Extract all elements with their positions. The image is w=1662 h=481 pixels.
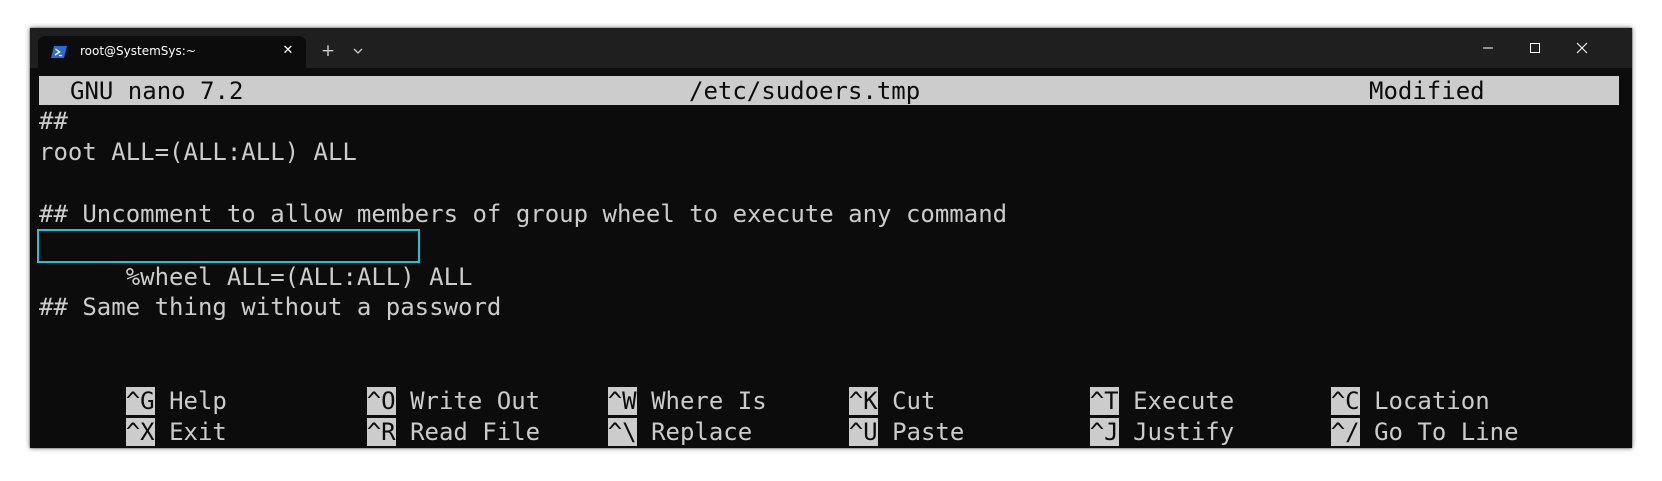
shortcut-execute[interactable]: ^T Execute <box>1003 353 1234 415</box>
shortcut-paste[interactable]: ^U Paste <box>762 384 964 446</box>
highlight-box <box>37 229 420 263</box>
shortcut-label: Replace <box>651 418 753 446</box>
shortcut-key: ^J <box>1089 418 1119 446</box>
shortcut-where-is[interactable]: ^W Where Is <box>521 353 767 415</box>
shortcut-key: ^X <box>125 418 155 446</box>
nano-modified-state: Modified <box>1369 77 1485 105</box>
shortcut-location[interactable]: ^C Location <box>1244 353 1490 415</box>
file-line-highlighted: %wheel ALL=(ALL:ALL) ALL <box>37 229 472 291</box>
terminal-area[interactable]: GNU nano 7.2 /etc/sudoers.tmp Modified #… <box>37 68 1632 448</box>
shortcut-key: ^U <box>848 418 878 446</box>
shortcut-label: Go To Line <box>1374 418 1519 446</box>
close-button[interactable] <box>1560 34 1604 62</box>
shortcut-label: Paste <box>892 418 965 446</box>
maximize-icon <box>1530 43 1540 53</box>
shortcut-justify[interactable]: ^J Justify <box>1003 384 1234 446</box>
shortcut-exit[interactable]: ^X Exit <box>39 384 227 446</box>
new-tab-button[interactable]: + <box>316 40 340 62</box>
nano-status-bar: GNU nano 7.2 /etc/sudoers.tmp Modified <box>39 76 1619 105</box>
close-icon <box>1576 42 1588 54</box>
tab-close-icon[interactable]: ✕ <box>277 40 299 62</box>
shortcut-key: ^\ <box>607 418 637 446</box>
file-line: ## Uncomment to allow members of group w… <box>39 200 1008 228</box>
terminal-window: root@SystemSys:~ ✕ + GNU nano 7.2 /etc/s… <box>30 28 1632 448</box>
chevron-down-icon[interactable] <box>348 42 368 60</box>
nano-version: GNU nano 7.2 <box>70 77 244 105</box>
shortcut-write-out[interactable]: ^O Write Out <box>280 353 540 415</box>
shortcut-label: Exit <box>169 418 227 446</box>
shortcut-replace[interactable]: ^\ Replace <box>521 384 752 446</box>
maximize-button[interactable] <box>1513 34 1557 62</box>
shortcut-cut[interactable]: ^K Cut <box>762 353 935 415</box>
shortcut-go-to-line[interactable]: ^/ Go To Line <box>1244 384 1519 446</box>
file-line: root ALL=(ALL:ALL) ALL <box>39 138 357 166</box>
nano-filename: /etc/sudoers.tmp <box>689 77 921 105</box>
powershell-icon <box>51 46 67 58</box>
title-bar: root@SystemSys:~ ✕ + <box>30 28 1632 68</box>
shortcut-read-file[interactable]: ^R Read File <box>280 384 540 446</box>
shortcut-help[interactable]: ^G Help <box>39 353 227 415</box>
file-line: ## Same thing without a password <box>39 293 502 321</box>
terminal-tab[interactable]: root@SystemSys:~ ✕ <box>38 36 306 68</box>
tab-title: root@SystemSys:~ <box>80 44 196 58</box>
file-line-text: %wheel ALL=(ALL:ALL) ALL <box>125 263 473 291</box>
shortcut-label: Justify <box>1133 418 1235 446</box>
file-line: ## <box>39 107 68 135</box>
minimize-button[interactable] <box>1466 34 1510 62</box>
minimize-icon <box>1483 47 1493 49</box>
shortcut-key: ^R <box>366 418 396 446</box>
shortcut-key: ^/ <box>1330 418 1360 446</box>
